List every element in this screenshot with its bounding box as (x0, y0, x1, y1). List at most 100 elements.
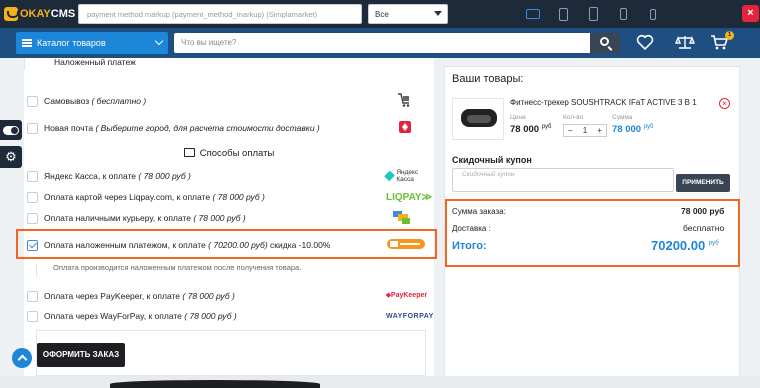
logo-mark-icon (4, 7, 19, 21)
order-sum-value: 78 000 руб (681, 206, 725, 216)
markup-translation-input[interactable]: payment method markup (payment_method_ma… (78, 4, 362, 24)
delivery-label: Доставка : (452, 224, 491, 233)
payment-liqpay-checkbox[interactable] (27, 191, 38, 203)
payment-yandex-checkbox[interactable] (27, 170, 38, 182)
payment-option-label: Яндекс Касса, к оплате ( 78 000 руб ) (44, 171, 191, 181)
phone-icon (619, 8, 627, 20)
toggle-icon (3, 126, 19, 135)
close-toolbar-button[interactable]: × (742, 5, 759, 22)
desktop-icon (526, 9, 540, 19)
search-button[interactable] (590, 33, 620, 53)
place-order-button[interactable]: ОФОРМИТЬ ЗАКАЗ (37, 343, 125, 367)
tablet-icon (558, 7, 568, 21)
payment-option-courier-cash[interactable]: Оплата наличными курьеру, к оплате ( 78 … (24, 208, 434, 228)
footer-shadow (110, 380, 320, 388)
qty-minus-button[interactable]: − (568, 126, 573, 135)
remove-item-button[interactable]: × (719, 98, 730, 109)
page-bottom (0, 376, 760, 388)
delivery-option-pickup[interactable]: Самовывоз ( бесплатно ) (24, 91, 434, 111)
device-preview-switcher (518, 5, 668, 23)
pickup-cart-icon (396, 92, 412, 110)
payment-option-yandex[interactable]: Яндекс Касса, к оплате ( 78 000 руб ) Ян… (24, 166, 434, 186)
delivery-option-label: Наложенный платеж (54, 57, 136, 67)
logo-text-okay: OKAY (20, 8, 51, 20)
qty-value[interactable]: 1 (583, 126, 587, 135)
wishlist-button[interactable] (636, 34, 656, 52)
total-label: Итого: (452, 240, 487, 252)
logo-text-cms: CMS (50, 8, 76, 20)
product-sum: 78 000 руб (612, 124, 654, 136)
wallet-icon (183, 148, 195, 157)
tracker-strap-image (467, 115, 491, 123)
phone-small-icon (650, 8, 656, 20)
catalog-label: Каталог товаров (37, 38, 106, 48)
payment-paykeeper-checkbox[interactable] (27, 290, 38, 302)
desktop-preview-button[interactable] (518, 5, 548, 23)
phone-small-preview-button[interactable] (638, 5, 668, 23)
total-value: 70200.00 руб (651, 238, 719, 253)
delivery-pickup-checkbox[interactable] (27, 95, 38, 107)
cash-icon (392, 209, 412, 227)
tablet-portrait-preview-button[interactable] (578, 5, 608, 23)
price-label: Цена (510, 114, 526, 121)
compare-button[interactable] (674, 34, 696, 52)
product-price: 78 000 руб (510, 124, 552, 136)
tablet-portrait-icon (588, 7, 598, 21)
quantity-stepper[interactable]: − 1 + (563, 124, 607, 137)
scales-icon (674, 36, 696, 49)
payment-option-label: Оплата через WayForPay, к оплате ( 78 00… (44, 311, 237, 321)
wayforpay-logo: WAYFORPAY (386, 312, 434, 320)
phone-preview-button[interactable] (608, 5, 638, 23)
payment-option-label: Оплата картой через Liqpay.com, к оплате… (44, 192, 265, 202)
payment-option-wayforpay[interactable]: Оплата через WayForPay, к оплате ( 78 00… (24, 306, 434, 326)
paykeeper-logo: ⬥PayKeeper (386, 292, 428, 299)
yandex-kassa-logo: Яндекс Касса (384, 169, 434, 183)
theme-toggle[interactable] (0, 120, 22, 140)
settings-button[interactable]: ⚙ (0, 146, 22, 168)
qty-plus-button[interactable]: + (597, 126, 602, 135)
payment-note: Оплата производится наложенным платежом … (36, 263, 416, 277)
payment-option-liqpay[interactable]: Оплата картой через Liqpay.com, к оплате… (24, 187, 434, 207)
cart-title: Ваши товары: (452, 73, 524, 85)
yandex-diamond-icon (384, 170, 396, 182)
order-sum-label: Сумма заказа: (452, 207, 506, 216)
payment-option-label: Оплата наличными курьеру, к оплате ( 78 … (44, 213, 246, 223)
chevron-down-icon (154, 36, 164, 46)
admin-toolbar: OKAY CMS payment method markup (payment_… (0, 0, 760, 28)
payment-courier-checkbox[interactable] (27, 212, 38, 224)
divider (24, 58, 25, 70)
novaposhta-logo-icon (398, 120, 412, 136)
menu-icon (22, 39, 32, 47)
delivery-novaposhta-checkbox[interactable] (27, 122, 38, 134)
scroll-to-top-button[interactable] (12, 348, 32, 368)
catalog-button[interactable]: Каталог товаров (16, 32, 168, 54)
selected-payment-highlight (16, 229, 437, 259)
coupon-placeholder: Скидочный купон (462, 171, 515, 178)
cart-count-badge: 1 (725, 31, 734, 40)
okaycms-logo[interactable]: OKAY CMS (4, 6, 75, 22)
sum-label: Сумма (612, 114, 633, 121)
tablet-landscape-preview-button[interactable] (548, 5, 578, 23)
heart-icon (636, 34, 654, 51)
liqpay-logo: LIQPAY≫ (386, 191, 433, 203)
delivery-option-label: Новая почта ( Выберите город, для расчет… (44, 123, 320, 133)
qty-label: Кол-во (563, 114, 584, 121)
language-select[interactable]: Все (368, 4, 448, 24)
payment-methods-title: Способы оплаты (24, 148, 434, 159)
product-image[interactable] (452, 98, 504, 140)
search-icon (600, 37, 609, 46)
payment-option-paykeeper[interactable]: Оплата через PayKeeper, к оплате ( 78 00… (24, 286, 434, 306)
coupon-title: Скидочный купон (452, 155, 532, 165)
search-input[interactable]: Что вы ищете? (174, 33, 590, 53)
delivery-option-novaposhta[interactable]: Новая почта ( Выберите город, для расчет… (24, 118, 434, 138)
language-select-value: Все (375, 10, 389, 19)
gear-icon: ⚙ (5, 149, 17, 164)
delivery-option-cod[interactable]: Наложенный платеж (24, 52, 434, 72)
payment-wayforpay-checkbox[interactable] (27, 310, 38, 322)
chevron-down-icon (434, 11, 442, 16)
payment-option-label: Оплата через PayKeeper, к оплате ( 78 00… (44, 291, 235, 301)
apply-coupon-button[interactable]: ПРИМЕНИТЬ (676, 174, 730, 192)
product-name-link[interactable]: Фитнесс-трекер SOUSHTRACK IFaT ACTIVE 3 … (510, 98, 697, 107)
delivery-option-label: Самовывоз ( бесплатно ) (44, 96, 147, 106)
delivery-value: бесплатно (683, 223, 725, 233)
